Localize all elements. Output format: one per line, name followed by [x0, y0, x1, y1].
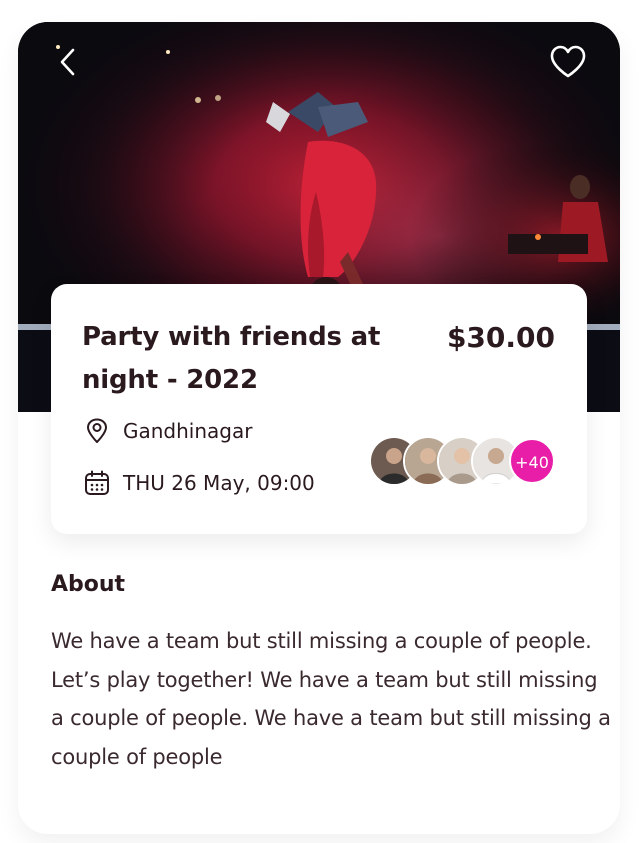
event-datetime-text: THU 26 May, 09:00	[123, 471, 315, 495]
about-heading: About	[51, 572, 126, 597]
about-description: We have a team but still missing a coupl…	[51, 629, 611, 769]
map-pin-icon	[87, 418, 107, 443]
event-info-card: Party with friends at night - 2022 $30.0…	[51, 284, 587, 534]
calendar-icon	[85, 470, 109, 495]
event-datetime: THU 26 May, 09:00	[83, 469, 315, 497]
back-button[interactable]	[53, 44, 83, 80]
event-location: Gandhinagar	[83, 417, 252, 445]
chevron-left-icon	[60, 48, 75, 76]
event-price: $30.00	[446, 321, 555, 354]
event-location-text: Gandhinagar	[123, 419, 253, 443]
event-title: Party with friends at night - 2022	[82, 322, 381, 395]
event-detail-screen: Party with friends at night - 2022 $30.0…	[18, 22, 620, 834]
attendees-group[interactable]: +40	[369, 436, 559, 486]
attendee-count-badge: +40	[509, 438, 555, 484]
heart-outline-icon	[550, 45, 586, 78]
favorite-button[interactable]	[548, 44, 588, 80]
